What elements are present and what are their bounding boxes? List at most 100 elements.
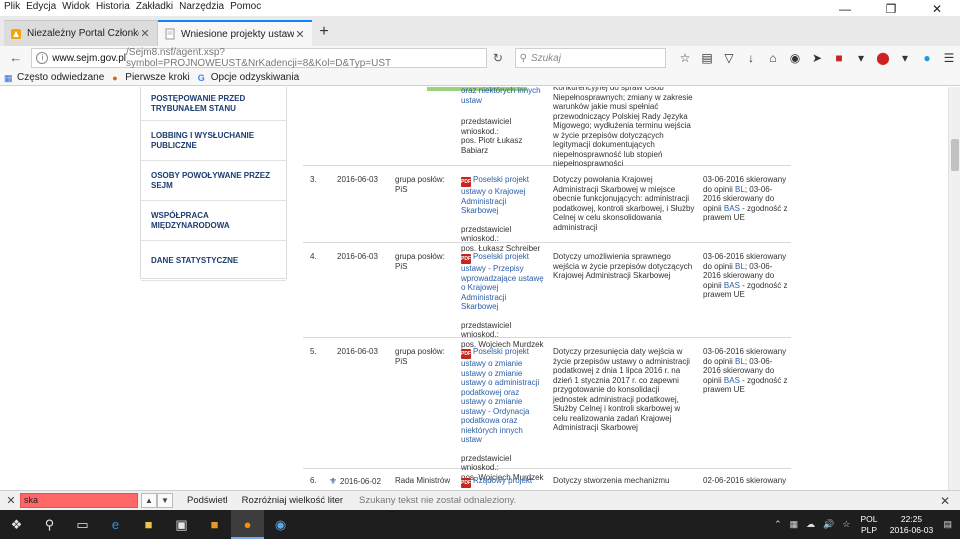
find-bar: ✕ ska ▲ ▼ Podświetl Rozróżniaj wielkość … bbox=[0, 490, 960, 510]
bookmark-pierwsze[interactable]: ● Pierwsze kroki bbox=[112, 72, 189, 83]
row-author: grupa posłów: PiS bbox=[395, 175, 445, 194]
opinion-bas-link[interactable]: BAS bbox=[724, 281, 740, 290]
row-date: 2016-06-03 bbox=[337, 252, 378, 261]
download-icon[interactable]: ↓ bbox=[740, 51, 762, 65]
edge-icon[interactable]: e bbox=[99, 510, 132, 539]
volume-icon[interactable]: 🔊 bbox=[823, 519, 834, 530]
file-explorer-icon[interactable]: ■ bbox=[132, 510, 165, 539]
find-previous-icon[interactable]: ▲ bbox=[141, 493, 157, 508]
opinion-bl-link[interactable]: BL bbox=[735, 357, 745, 366]
language-code: POL bbox=[860, 513, 878, 524]
task-view-icon[interactable]: ▭ bbox=[66, 510, 99, 539]
pocket-icon[interactable]: ▽ bbox=[718, 51, 740, 65]
scrollbar-thumb[interactable] bbox=[951, 139, 959, 171]
opinion-bl-link[interactable]: BL bbox=[735, 262, 745, 271]
table-row: 5. 2016-06-03 grupa posłów: PiS PDF Posel… bbox=[303, 339, 791, 482]
project-link[interactable]: Rządowy projekt bbox=[473, 476, 532, 485]
thunderbird-icon[interactable]: ◉ bbox=[264, 510, 297, 539]
close-find-icon[interactable]: ✕ bbox=[4, 494, 18, 507]
menu-edycja[interactable]: Edycja bbox=[26, 0, 56, 14]
findbar-close-icon[interactable]: ✕ bbox=[940, 494, 950, 508]
reload-icon[interactable]: ↻ bbox=[487, 51, 508, 65]
opinion-bas-link[interactable]: BAS bbox=[724, 204, 740, 213]
tab-portal[interactable]: Niezależny Portal Członkó... ✕ bbox=[4, 20, 158, 46]
match-case-button[interactable]: Rozróżniaj wielkość liter bbox=[242, 495, 343, 506]
menu-zakladki[interactable]: Zakładki bbox=[136, 0, 173, 14]
reading-list-icon[interactable]: ▤ bbox=[696, 51, 718, 65]
table-row: 6. ⚜ 2016-06-02 Rada Ministrów PDF Rządowy… bbox=[303, 470, 791, 490]
windows-start-icon[interactable]: ❖ bbox=[0, 510, 33, 539]
onedrive-icon[interactable]: ☁ bbox=[806, 519, 815, 530]
firefox-icon: ● bbox=[112, 72, 118, 83]
find-input[interactable]: ska bbox=[20, 493, 138, 508]
row-date: 2016-06-03 bbox=[337, 175, 378, 184]
menu-narzedzia[interactable]: Narzędzia bbox=[179, 0, 224, 14]
url-bar[interactable]: i www.sejm.gov.pl/Sejm8.nsf/agent.xsp?sy… bbox=[31, 47, 488, 69]
highlight-all-button[interactable]: Podświetl bbox=[187, 495, 228, 506]
sidebar-item-osoby[interactable]: Osoby powoływane przez Sejm bbox=[141, 161, 286, 201]
tray-expand-icon[interactable]: ⌃ bbox=[774, 519, 782, 530]
sidebar-item-trybunal[interactable]: Postępowanie przed Trybunałem Stanu bbox=[141, 87, 286, 121]
find-next-icon[interactable]: ▼ bbox=[157, 493, 173, 508]
close-tab-icon[interactable]: ✕ bbox=[294, 28, 306, 41]
hamburger-menu-icon[interactable]: ☰ bbox=[938, 51, 960, 65]
portal-favicon-icon bbox=[11, 28, 21, 39]
extension-red-icon[interactable]: ■ bbox=[828, 51, 850, 65]
firefox-icon[interactable]: ● bbox=[231, 510, 264, 539]
back-icon[interactable]: ← bbox=[6, 48, 25, 68]
search-icon[interactable]: ⚲ bbox=[33, 510, 66, 539]
send-icon[interactable]: ➤ bbox=[806, 51, 828, 65]
dropdown-icon[interactable]: ▾ bbox=[850, 51, 872, 65]
menu-pomoc[interactable]: Pomoc bbox=[230, 0, 261, 14]
pdf-icon[interactable]: PDF bbox=[461, 349, 471, 359]
system-tray: ⌃ ▦ ☁ 🔊 ☆ POL PLP 22:25 2016-06-03 ▤ bbox=[766, 510, 952, 539]
project-link[interactable]: Poselski projekt ustawy o Krajowej Admin… bbox=[461, 175, 529, 215]
home-icon[interactable]: ⌂ bbox=[762, 51, 784, 65]
extension-dropdown-icon[interactable]: ▾ bbox=[894, 51, 916, 65]
clock[interactable]: 22:25 2016-06-03 bbox=[887, 514, 935, 536]
row-author: grupa posłów: PiS bbox=[395, 252, 445, 271]
sidebar-item-statystyki[interactable]: Dane statystyczne bbox=[141, 241, 286, 281]
media-app-icon[interactable]: ■ bbox=[198, 510, 231, 539]
row-date-cell: ⚜ 2016-06-02 bbox=[329, 476, 383, 487]
skype-icon[interactable]: ● bbox=[916, 51, 938, 65]
url-host: www.sejm.gov.pl bbox=[52, 52, 127, 64]
pdf-icon[interactable]: PDF bbox=[461, 177, 471, 187]
keyboard-layout: PLP bbox=[860, 524, 878, 535]
page-scrollbar[interactable] bbox=[948, 87, 960, 490]
bookmark-opcje[interactable]: G Opcje odzyskiwania bbox=[198, 72, 299, 83]
language-indicator[interactable]: POL PLP bbox=[860, 514, 877, 536]
representative-name: pos. Piotr Łukasz Babiarz bbox=[461, 136, 523, 155]
menu-plik[interactable]: Plik bbox=[4, 0, 20, 14]
bookmark-star-icon[interactable]: ☆ bbox=[674, 51, 696, 65]
wifi-icon[interactable]: ☆ bbox=[842, 519, 850, 530]
project-link[interactable]: oraz niektórych innych ustaw bbox=[461, 87, 545, 105]
clock-date: 2016-06-03 bbox=[889, 524, 934, 535]
sidebar-item-lobbing[interactable]: Lobbing i wysłuchanie publiczne bbox=[141, 121, 286, 161]
network-icon[interactable]: ▦ bbox=[790, 519, 799, 530]
new-tab-icon[interactable]: + bbox=[312, 20, 336, 46]
close-tab-icon[interactable]: ✕ bbox=[139, 27, 151, 40]
row-number: 3. bbox=[310, 175, 317, 184]
opinion-bas-link[interactable]: BAS bbox=[724, 376, 740, 385]
bookmark-czesto[interactable]: ▦ Często odwiedzane bbox=[4, 72, 104, 83]
store-icon[interactable]: ▣ bbox=[165, 510, 198, 539]
pdf-icon[interactable]: PDF bbox=[461, 254, 471, 264]
project-link[interactable]: Poselski projekt ustawy - Przepisy wprow… bbox=[461, 252, 544, 311]
adblock-icon[interactable]: ⬤ bbox=[872, 51, 894, 65]
notifications-icon[interactable]: ▤ bbox=[943, 519, 952, 530]
search-input[interactable]: ⚲ Szukaj bbox=[514, 48, 666, 68]
site-info-icon[interactable]: i bbox=[36, 52, 49, 64]
menu-widok[interactable]: Widok bbox=[62, 0, 90, 14]
opinion-bl-link[interactable]: BL bbox=[735, 185, 745, 194]
pdf-icon[interactable]: PDF bbox=[461, 478, 471, 488]
tab-projekty[interactable]: Wniesione projekty ustaw ✕ bbox=[158, 20, 312, 46]
project-cell: PDF Poselski projekt ustawy o Krajowej Ad… bbox=[461, 175, 545, 253]
folder-icon: ▦ bbox=[4, 72, 13, 83]
sidebar-item-wspolpraca[interactable]: Współpraca międzynarodowa bbox=[141, 201, 286, 241]
clock-time: 22:25 bbox=[900, 513, 923, 524]
table-row: 4. 2016-06-03 grupa posłów: PiS PDF Posel… bbox=[303, 244, 791, 349]
chat-icon[interactable]: ◉ bbox=[784, 51, 806, 65]
project-link[interactable]: Poselski projekt ustawy o zmianie ustawy… bbox=[461, 347, 539, 444]
menu-historia[interactable]: Historia bbox=[96, 0, 130, 14]
